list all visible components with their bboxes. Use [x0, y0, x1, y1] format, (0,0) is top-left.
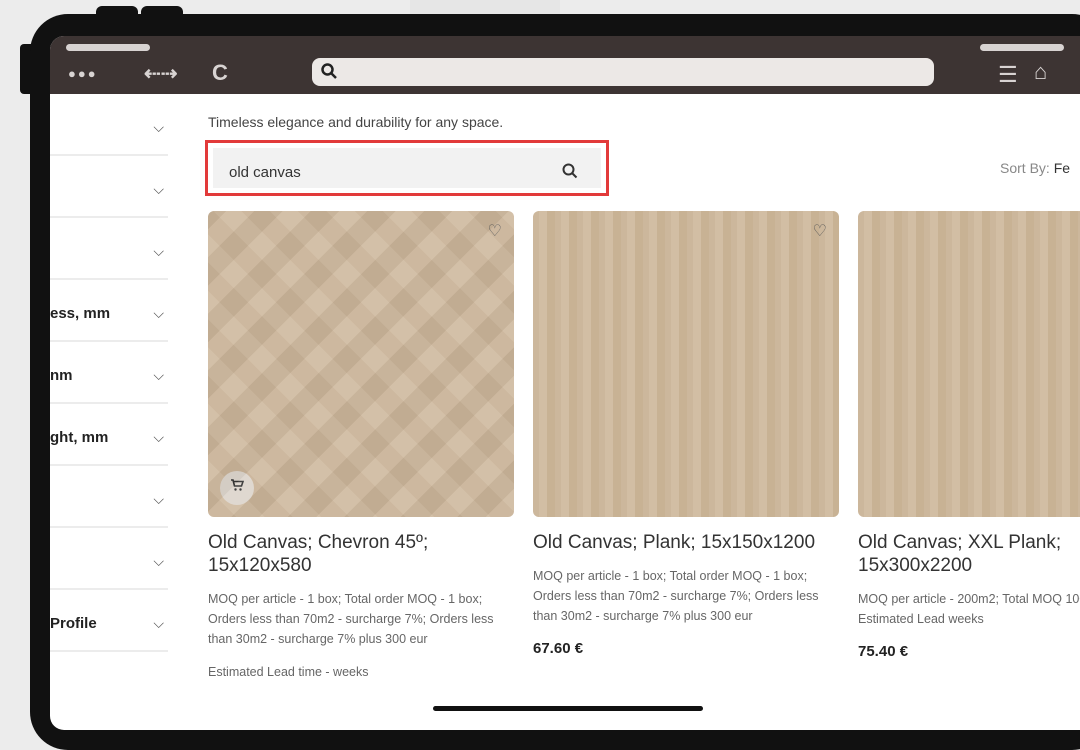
product-title[interactable]: Old Canvas; Plank; 15x150x1200 [533, 531, 839, 554]
search-icon[interactable] [561, 162, 579, 185]
home-indicator [433, 706, 703, 711]
chevron-down-icon: ⌵ [153, 367, 164, 383]
page-tagline: Timeless elegance and durability for any… [208, 114, 504, 130]
product-price: 67.60 € [533, 640, 584, 657]
filter-sidebar: ⌵ ⌵ ⌵ ess, mm ⌵ nm ⌵ ght, mm ⌵ ⌵ ⌵ Profile ⌵ [50, 94, 168, 730]
menu-icon[interactable]: ☰ [998, 62, 1018, 88]
product-description: MOQ per article - 200m2; Total MOQ 1000m… [858, 592, 1080, 626]
search-input[interactable]: old canvas [213, 148, 601, 188]
tablet-screen: ●●● ⇠⇢ C ☰ ⌂ ⌵ ⌵ ⌵ ess, mm ⌵ nm ⌵ ght, mm ⌵… [50, 36, 1080, 730]
heart-icon[interactable]: ♡ [488, 221, 502, 241]
chevron-down-icon: ⌵ [153, 181, 164, 197]
product-card[interactable]: ♡ Old Canvas; Plank; 15x150x1200 MOQ per… [533, 211, 839, 657]
product-card[interactable]: ♡ Old Canvas; Chevron 45º; 15x120x580 MO… [208, 211, 514, 679]
product-image[interactable]: ♡ [208, 211, 514, 517]
heart-icon[interactable]: ♡ [813, 221, 827, 241]
reload-icon[interactable]: C [212, 60, 228, 86]
window-dots-icon: ●●● [68, 66, 98, 81]
product-image[interactable] [858, 211, 1080, 517]
home-icon[interactable]: ⌂ [1034, 59, 1047, 85]
chevron-down-icon: ⌵ [153, 553, 164, 569]
chevron-down-icon: ⌵ [153, 491, 164, 507]
filter-item[interactable]: ⌵ [50, 94, 168, 156]
browser-chrome: ●●● ⇠⇢ C ☰ ⌂ [50, 36, 1080, 94]
filter-item-profile[interactable]: Profile ⌵ [50, 590, 168, 652]
browser-pill [66, 44, 150, 51]
chevron-down-icon: ⌵ [153, 615, 164, 631]
sort-dropdown[interactable]: Sort By: Fe [1000, 160, 1070, 176]
filter-item-thickness[interactable]: ess, mm ⌵ [50, 280, 168, 342]
product-description: MOQ per article - 1 box; Total order MOQ… [533, 569, 819, 623]
product-image[interactable]: ♡ [533, 211, 839, 517]
product-lead-time: Estimated Lead time - weeks [208, 665, 369, 679]
chevron-down-icon: ⌵ [153, 243, 164, 259]
chevron-down-icon: ⌵ [153, 429, 164, 445]
product-price: 75.40 € [858, 643, 909, 660]
filter-item[interactable]: ⌵ [50, 466, 168, 528]
filter-item[interactable]: ⌵ [50, 218, 168, 280]
product-search-box: old canvas [205, 140, 609, 196]
search-icon [320, 62, 338, 85]
chevron-down-icon: ⌵ [153, 305, 164, 321]
product-title[interactable]: Old Canvas; Chevron 45º; 15x120x580 [208, 531, 514, 577]
product-title[interactable]: Old Canvas; XXL Plank; 15x300x2200 [858, 531, 1080, 577]
filter-item[interactable]: ⌵ [50, 528, 168, 590]
sort-value: Fe [1053, 160, 1071, 176]
sort-label: Sort By: [1000, 160, 1054, 176]
filter-item[interactable]: ⌵ [50, 156, 168, 218]
filter-item-length[interactable]: ght, mm ⌵ [50, 404, 168, 466]
address-bar[interactable] [312, 58, 934, 86]
cart-icon[interactable] [220, 471, 254, 505]
filter-item-width[interactable]: nm ⌵ [50, 342, 168, 404]
browser-pill [980, 44, 1064, 51]
search-value: old canvas [229, 164, 301, 181]
chevron-down-icon: ⌵ [153, 119, 164, 135]
product-description: MOQ per article - 1 box; Total order MOQ… [208, 592, 494, 646]
product-card[interactable]: Old Canvas; XXL Plank; 15x300x2200 MOQ p… [858, 211, 1080, 660]
back-forward-icon[interactable]: ⇠⇢ [144, 61, 178, 86]
